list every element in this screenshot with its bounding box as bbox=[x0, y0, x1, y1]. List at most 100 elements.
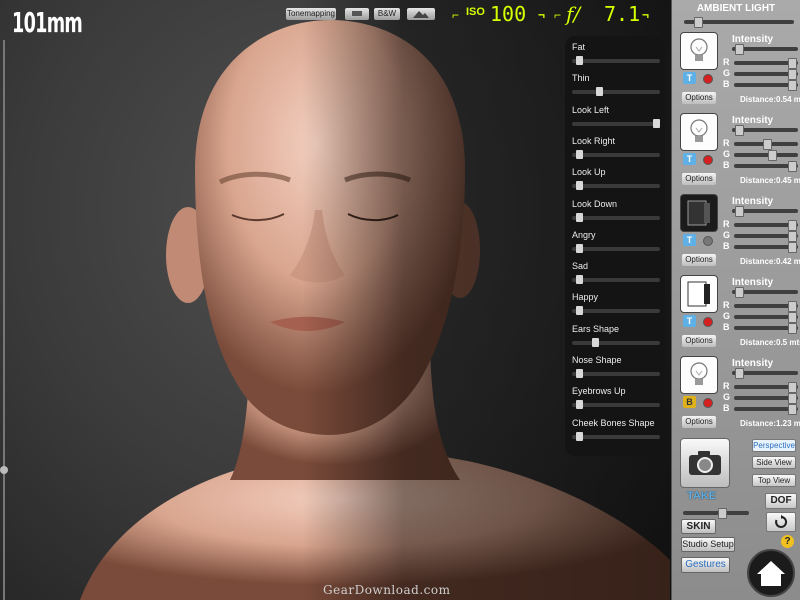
morph-slider-track[interactable] bbox=[572, 243, 660, 253]
dof-button[interactable]: DOF bbox=[765, 493, 797, 509]
morph-slider-track[interactable] bbox=[572, 400, 660, 410]
morph-slider-handle[interactable] bbox=[576, 275, 583, 285]
intensity-slider[interactable] bbox=[732, 125, 798, 136]
light-type-badge[interactable]: T bbox=[683, 153, 696, 165]
morph-slider-track[interactable] bbox=[572, 369, 660, 378]
morph-slider-handle[interactable] bbox=[576, 400, 583, 410]
ambient-light-slider[interactable] bbox=[684, 17, 794, 28]
morph-slider-handle[interactable] bbox=[592, 337, 599, 347]
light-type-badge[interactable]: T bbox=[683, 315, 696, 327]
channel-slider-r[interactable] bbox=[734, 220, 798, 231]
landscape-button[interactable] bbox=[407, 8, 435, 20]
channel-slider-b-handle[interactable] bbox=[788, 404, 797, 415]
light-select-button[interactable] bbox=[680, 113, 718, 151]
bw-button[interactable]: B&W bbox=[374, 8, 400, 20]
morph-slider-track[interactable] bbox=[572, 337, 660, 347]
render-viewport[interactable]: 101mm Tonemapping B&W ⌐ ISO 100 ¬ ⌐ f/ 7… bbox=[0, 0, 671, 600]
channel-slider-b[interactable] bbox=[734, 404, 798, 415]
light-toggle-led[interactable] bbox=[703, 236, 713, 246]
morph-slider-handle[interactable] bbox=[576, 181, 583, 191]
zoom-slider-handle[interactable] bbox=[0, 466, 8, 474]
color-toggle-button[interactable] bbox=[345, 8, 369, 20]
channel-slider-r-handle[interactable] bbox=[788, 58, 797, 69]
channel-slider-g-handle[interactable] bbox=[788, 231, 797, 242]
dof-slider[interactable] bbox=[683, 508, 749, 519]
morph-slider-handle[interactable] bbox=[576, 212, 583, 222]
channel-slider-b-handle[interactable] bbox=[788, 161, 797, 172]
reset-view-button[interactable] bbox=[766, 512, 796, 532]
morph-slider-handle[interactable] bbox=[596, 87, 603, 97]
studio-setup-button[interactable]: Studio Setup bbox=[681, 537, 735, 552]
morph-slider-track[interactable] bbox=[572, 118, 660, 128]
channel-slider-b[interactable] bbox=[734, 80, 798, 91]
ambient-light-slider-handle[interactable] bbox=[694, 17, 703, 28]
fstop-decrease-icon[interactable]: ⌐ bbox=[554, 8, 561, 22]
morph-slider-handle[interactable] bbox=[576, 369, 583, 378]
light-toggle-led[interactable] bbox=[703, 317, 713, 327]
morph-slider-track[interactable] bbox=[572, 275, 660, 285]
light-toggle-led[interactable] bbox=[703, 155, 713, 165]
light-options-button[interactable]: Options bbox=[682, 416, 716, 428]
intensity-slider-handle[interactable] bbox=[735, 206, 744, 217]
iso-increase-icon[interactable]: ¬ bbox=[538, 8, 545, 22]
view-button-side-view[interactable]: Side View bbox=[752, 456, 796, 469]
skin-button[interactable]: SKIN bbox=[681, 519, 716, 534]
channel-slider-r[interactable] bbox=[734, 139, 798, 150]
channel-slider-b[interactable] bbox=[734, 242, 798, 253]
morph-slider-handle[interactable] bbox=[576, 149, 583, 159]
light-type-badge[interactable]: T bbox=[683, 234, 696, 246]
morph-slider-handle[interactable] bbox=[576, 306, 583, 316]
channel-slider-r[interactable] bbox=[734, 382, 798, 393]
light-options-button[interactable]: Options bbox=[682, 92, 716, 104]
tonemapping-button[interactable]: Tonemapping bbox=[286, 8, 336, 20]
take-photo-button[interactable] bbox=[680, 438, 730, 488]
intensity-slider[interactable] bbox=[732, 368, 798, 379]
channel-slider-r-handle[interactable] bbox=[788, 220, 797, 231]
channel-slider-g[interactable] bbox=[734, 393, 798, 404]
morph-slider-handle[interactable] bbox=[576, 56, 583, 65]
channel-slider-b[interactable] bbox=[734, 323, 798, 334]
light-options-button[interactable]: Options bbox=[682, 173, 716, 185]
morph-slider-handle[interactable] bbox=[653, 118, 660, 128]
morph-slider-track[interactable] bbox=[572, 149, 660, 159]
channel-slider-b-handle[interactable] bbox=[788, 242, 797, 253]
channel-slider-b[interactable] bbox=[734, 161, 798, 172]
channel-slider-b-handle[interactable] bbox=[788, 80, 797, 91]
zoom-slider[interactable] bbox=[0, 40, 8, 600]
help-button[interactable]: ? bbox=[781, 535, 794, 548]
light-options-button[interactable]: Options bbox=[682, 254, 716, 266]
view-button-top-view[interactable]: Top View bbox=[752, 474, 796, 487]
intensity-slider[interactable] bbox=[732, 206, 798, 217]
channel-slider-g[interactable] bbox=[734, 150, 798, 161]
channel-slider-r[interactable] bbox=[734, 58, 798, 69]
fstop-increase-icon[interactable]: ¬ bbox=[642, 8, 649, 22]
intensity-slider[interactable] bbox=[732, 44, 798, 55]
morph-slider-track[interactable] bbox=[572, 306, 660, 316]
light-select-button[interactable] bbox=[680, 194, 718, 232]
light-type-badge[interactable]: T bbox=[683, 72, 696, 84]
light-select-button[interactable] bbox=[680, 356, 718, 394]
channel-slider-g-handle[interactable] bbox=[768, 150, 777, 161]
channel-slider-g-handle[interactable] bbox=[788, 312, 797, 323]
intensity-slider-handle[interactable] bbox=[735, 44, 744, 55]
morph-slider-track[interactable] bbox=[572, 87, 660, 97]
intensity-slider-handle[interactable] bbox=[735, 125, 744, 136]
channel-slider-r-handle[interactable] bbox=[788, 382, 797, 393]
channel-slider-r-handle[interactable] bbox=[788, 301, 797, 312]
morph-slider-track[interactable] bbox=[572, 56, 660, 65]
morph-slider-handle[interactable] bbox=[576, 431, 583, 441]
intensity-slider[interactable] bbox=[732, 287, 798, 298]
morph-slider-track[interactable] bbox=[572, 181, 660, 191]
channel-slider-b-handle[interactable] bbox=[788, 323, 797, 334]
light-options-button[interactable]: Options bbox=[682, 335, 716, 347]
channel-slider-g[interactable] bbox=[734, 312, 798, 323]
light-select-button[interactable] bbox=[680, 275, 718, 313]
home-button[interactable] bbox=[747, 549, 795, 597]
channel-slider-r-handle[interactable] bbox=[763, 139, 772, 150]
morph-slider-track[interactable] bbox=[572, 431, 660, 441]
morph-slider-track[interactable] bbox=[572, 212, 660, 222]
intensity-slider-handle[interactable] bbox=[735, 287, 744, 298]
gestures-button[interactable]: Gestures bbox=[681, 557, 730, 573]
channel-slider-g[interactable] bbox=[734, 69, 798, 80]
channel-slider-g[interactable] bbox=[734, 231, 798, 242]
